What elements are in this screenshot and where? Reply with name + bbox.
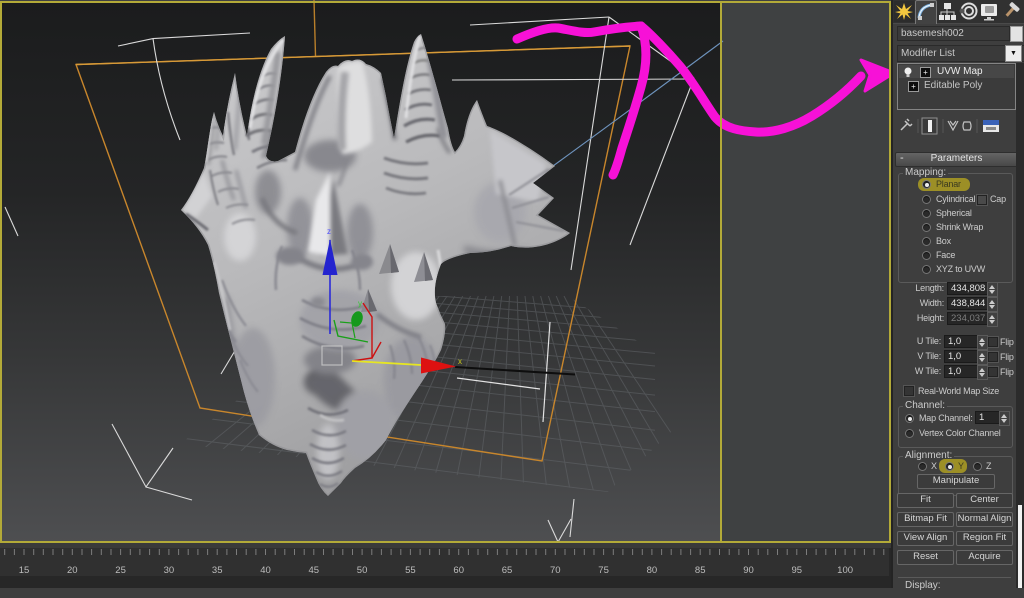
svg-text:55: 55: [405, 565, 416, 576]
svg-text:15: 15: [19, 565, 30, 576]
svg-text:80: 80: [647, 565, 658, 576]
svg-text:35: 35: [212, 565, 223, 576]
svg-text:30: 30: [164, 565, 175, 576]
svg-text:60: 60: [453, 565, 464, 576]
svg-text:95: 95: [792, 565, 803, 576]
svg-text:65: 65: [502, 565, 513, 576]
svg-text:70: 70: [550, 565, 561, 576]
svg-text:50: 50: [357, 565, 368, 576]
svg-text:20: 20: [67, 565, 78, 576]
svg-text:z: z: [327, 227, 331, 236]
svg-text:x: x: [458, 357, 462, 366]
svg-text:40: 40: [260, 565, 271, 576]
svg-text:100: 100: [837, 565, 853, 576]
svg-text:25: 25: [115, 565, 126, 576]
svg-text:85: 85: [695, 565, 706, 576]
svg-text:45: 45: [309, 565, 320, 576]
svg-text:y: y: [358, 299, 362, 308]
svg-text:75: 75: [598, 565, 609, 576]
svg-text:90: 90: [743, 565, 754, 576]
